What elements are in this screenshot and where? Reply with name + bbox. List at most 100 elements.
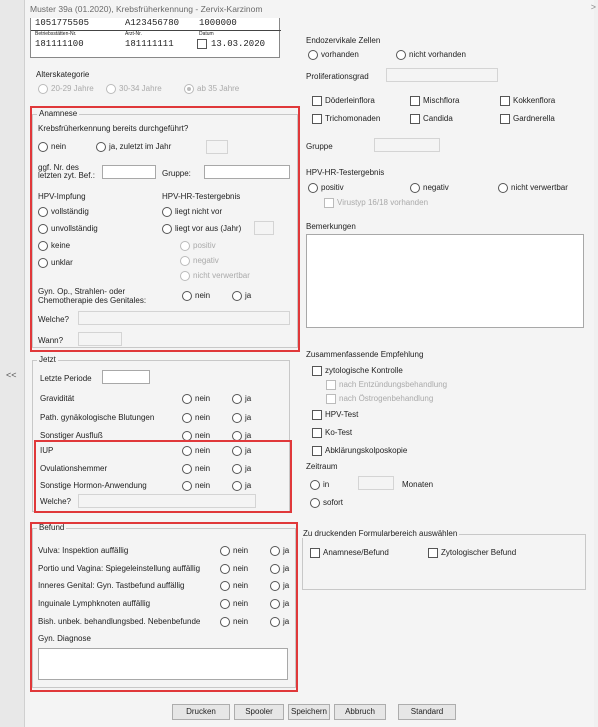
right-hpv-ergebnis-label: HPV-HR-Testergebnis	[306, 168, 385, 177]
hpv-liegt-nicht-vor-option[interactable]: liegt nicht vor	[162, 207, 222, 217]
age-20-29-option[interactable]: 20-29 Jahre	[38, 84, 94, 94]
date-checkbox[interactable]	[197, 39, 207, 49]
anamnese-hpv-ergebnis-label: HPV-HR-Testergebnis	[162, 192, 241, 201]
zyt-kontrolle-option[interactable]: zytologische Kontrolle	[312, 366, 403, 376]
radio-icon	[182, 481, 192, 491]
flora-candida-label: Candida	[423, 114, 453, 124]
befund-neben-nein-option[interactable]: nein	[220, 617, 248, 627]
ovulationshemmer-ja-option[interactable]: ja	[232, 464, 251, 474]
hormon-nein-label: nein	[195, 481, 211, 491]
gyn-op-nein-option[interactable]: nein	[182, 291, 210, 301]
endo-nicht-vorhanden-option[interactable]: nicht vorhanden	[396, 50, 466, 60]
age-ab-35-option[interactable]: ab 35 Jahre	[184, 84, 239, 94]
age-30-34-option[interactable]: 30-34 Jahre	[106, 84, 162, 94]
kfe-ja-option[interactable]: ja, zuletzt im Jahr	[96, 142, 171, 152]
iup-nein-option[interactable]: nein	[182, 446, 210, 456]
wann-input[interactable]	[78, 332, 122, 346]
flora-gardnerella-option[interactable]: Gardnerella	[500, 114, 555, 124]
befund-vulva-nein-option[interactable]: nein	[220, 546, 248, 556]
ko-test-option[interactable]: Ko-Test	[312, 428, 352, 438]
standard-button[interactable]: Standard	[398, 704, 456, 720]
zeitraum-sofort-option[interactable]: sofort	[310, 498, 343, 508]
gyn-op-ja-option[interactable]: ja	[232, 291, 251, 301]
kfe-nein-option[interactable]: nein	[38, 142, 66, 152]
right-gruppe-input[interactable]	[374, 138, 440, 152]
spooler-button[interactable]: Spooler	[234, 704, 284, 720]
ovulationshemmer-nein-option[interactable]: nein	[182, 464, 210, 474]
hormon-nein-option[interactable]: nein	[182, 481, 210, 491]
age-20-29-label: 20-29 Jahre	[51, 84, 94, 94]
befund-lymph-ja-option[interactable]: ja	[270, 599, 289, 609]
hpv-sub-positiv-label: positiv	[193, 241, 216, 251]
hpv-test-option[interactable]: HPV-Test	[312, 410, 358, 420]
blutungen-ja-option[interactable]: ja	[232, 413, 251, 423]
flora-doederlein-option[interactable]: Döderleinflora	[312, 96, 375, 106]
gyn-diagnose-textarea[interactable]	[38, 648, 288, 680]
hormon-ja-option[interactable]: ja	[232, 481, 251, 491]
befund-portio-nein-option[interactable]: nein	[220, 564, 248, 574]
virustyp-option[interactable]: Virustyp 16/18 vorhanden	[324, 198, 428, 208]
radio-icon	[38, 84, 48, 94]
age-30-34-label: 30-34 Jahre	[119, 84, 162, 94]
befund-lymph-nein-option[interactable]: nein	[220, 599, 248, 609]
flora-trichomonaden-label: Trichomonaden	[325, 114, 381, 124]
nach-oestrogen-option[interactable]: nach Östrogenbehandlung	[326, 394, 433, 404]
hormon-welche-input[interactable]	[78, 494, 256, 508]
zeitraum-in-option[interactable]: in	[310, 480, 329, 490]
befund-vulva-ja-option[interactable]: ja	[270, 546, 289, 556]
right-hpv-nicht-verwertbar-option[interactable]: nicht verwertbar	[498, 183, 568, 193]
bemerkungen-textarea[interactable]	[306, 234, 584, 328]
impfung-keine-option[interactable]: keine	[38, 241, 70, 251]
drucken-button[interactable]: Drucken	[172, 704, 230, 720]
druck-zytologisch-option[interactable]: Zytologischer Befund	[428, 548, 516, 558]
abbruch-button[interactable]: Abbruch	[334, 704, 386, 720]
radio-icon	[182, 394, 192, 404]
impfung-vollstaendig-option[interactable]: vollständig	[38, 207, 89, 217]
abklaerung-option[interactable]: Abklärungskolposkopie	[312, 446, 407, 456]
graviditaet-nein-option[interactable]: nein	[182, 394, 210, 404]
hpv-liegt-vor-option[interactable]: liegt vor aus (Jahr)	[162, 224, 241, 234]
right-hpv-positiv-option[interactable]: positiv	[308, 183, 344, 193]
right-hpv-negativ-option[interactable]: negativ	[410, 183, 449, 193]
druck-anamnese-option[interactable]: Anamnese/Befund	[310, 548, 389, 558]
anamnese-gruppe-input[interactable]	[204, 165, 290, 179]
hpv-sub-nicht-verwertbar-option[interactable]: nicht verwertbar	[180, 271, 250, 281]
welche-input[interactable]	[78, 311, 290, 325]
radio-icon	[232, 446, 242, 456]
kfe-nein-label: nein	[51, 142, 67, 152]
bemerkungen-label: Bemerkungen	[306, 222, 356, 231]
blutungen-nein-option[interactable]: nein	[182, 413, 210, 423]
radio-icon	[270, 617, 280, 627]
befund-vulva-nein-label: nein	[233, 546, 249, 556]
speichern-button[interactable]: Speichern	[288, 704, 330, 720]
befund-neben-ja-option[interactable]: ja	[270, 617, 289, 627]
letzte-periode-input[interactable]	[102, 370, 150, 384]
hpv-sub-positiv-option[interactable]: positiv	[180, 241, 216, 251]
nach-entzuendung-option[interactable]: nach Entzündungsbehandlung	[326, 380, 447, 390]
impfung-unvollstaendig-option[interactable]: unvollständig	[38, 224, 98, 234]
proliferationsgrad-input[interactable]	[386, 68, 498, 82]
befund-genital-nein-option[interactable]: nein	[220, 581, 248, 591]
flora-kokken-option[interactable]: Kokkenflora	[500, 96, 555, 106]
hpv-jahr-input[interactable]	[254, 221, 274, 235]
alterskategorie-label: Alterskategorie	[36, 70, 90, 79]
hpv-sub-negativ-option[interactable]: negativ	[180, 256, 219, 266]
collapse-panel-button[interactable]: <<	[6, 370, 17, 380]
radio-icon	[220, 599, 230, 609]
flora-candida-option[interactable]: Candida	[410, 114, 453, 124]
iup-ja-option[interactable]: ja	[232, 446, 251, 456]
graviditaet-ja-label: ja	[245, 394, 252, 404]
kfe-ja-label: ja, zuletzt im Jahr	[109, 142, 172, 152]
kfe-jahr-input[interactable]	[206, 140, 228, 154]
graviditaet-ja-option[interactable]: ja	[232, 394, 251, 404]
befund-genital-ja-option[interactable]: ja	[270, 581, 289, 591]
endo-vorhanden-option[interactable]: vorhanden	[308, 50, 359, 60]
flora-misch-option[interactable]: Mischflora	[410, 96, 459, 106]
befund-portio-ja-option[interactable]: ja	[270, 564, 289, 574]
monate-input[interactable]	[358, 476, 394, 490]
chevron-right-icon[interactable]: >	[591, 2, 596, 12]
impfung-unklar-option[interactable]: unklar	[38, 258, 73, 268]
radio-icon	[220, 617, 230, 627]
letzter-befund-nr-input[interactable]	[102, 165, 156, 179]
flora-trichomonaden-option[interactable]: Trichomonaden	[312, 114, 380, 124]
